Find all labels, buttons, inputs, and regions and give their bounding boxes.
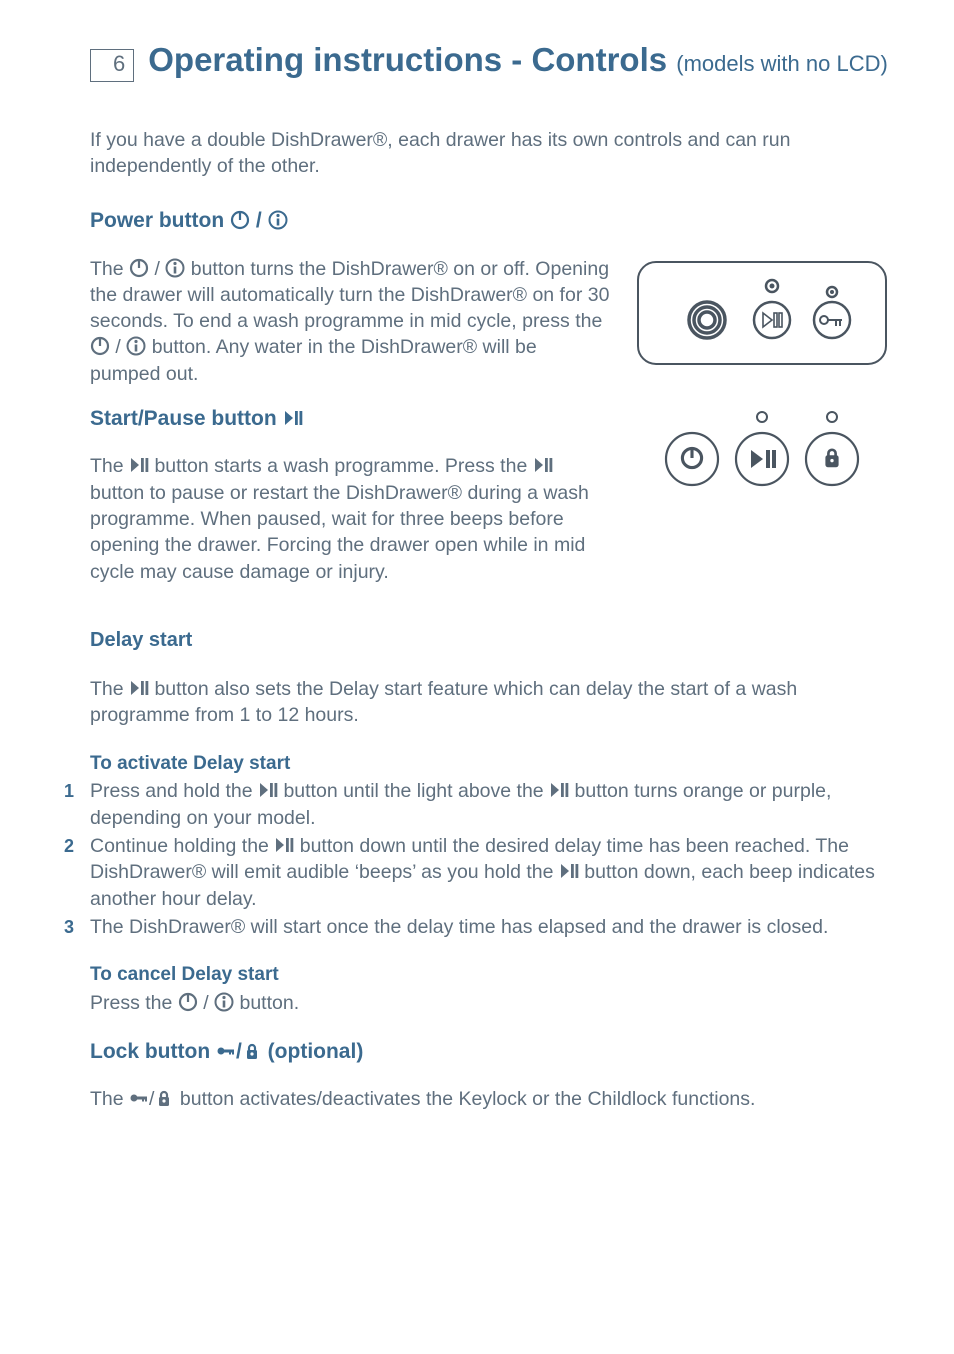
step-2: Continue holding the button down until t… xyxy=(64,833,892,912)
lock-heading-text: Lock button xyxy=(90,1040,216,1063)
power-heading: Power button / xyxy=(90,207,892,235)
text: button. xyxy=(239,992,299,1014)
startpause-heading-text: Start/Pause button xyxy=(90,407,283,430)
text: The xyxy=(90,678,129,700)
playpause-icon xyxy=(258,780,278,800)
info-icon xyxy=(126,336,146,356)
power-icon xyxy=(178,992,198,1012)
playpause-icon xyxy=(559,861,579,881)
playpause-icon xyxy=(283,408,303,428)
page-title-sub: (models with no LCD) xyxy=(676,51,888,76)
lock-heading: Lock button / (optional) xyxy=(90,1038,892,1066)
key-icon xyxy=(216,1041,236,1061)
text: button starts a wash programme. Press th… xyxy=(154,455,532,477)
text: The xyxy=(90,455,129,477)
text: The DishDrawer® will start once the dela… xyxy=(90,916,828,938)
delay-heading: Delay start xyxy=(90,627,892,654)
text: Continue holding the xyxy=(90,835,274,857)
key-icon xyxy=(129,1088,149,1108)
playpause-icon xyxy=(274,835,294,855)
power-icon xyxy=(230,210,250,230)
playpause-icon xyxy=(129,455,149,475)
info-icon xyxy=(165,258,185,278)
step-1: Press and hold the button until the ligh… xyxy=(64,778,892,831)
power-icon xyxy=(129,258,149,278)
info-icon xyxy=(268,210,288,230)
text: Press and hold the xyxy=(90,780,258,802)
page-title: Operating instructions - Controls (model… xyxy=(148,38,888,83)
control-panel-illustration-2 xyxy=(632,395,892,510)
playpause-icon xyxy=(129,678,149,698)
startpause-paragraph: The button starts a wash programme. Pres… xyxy=(90,453,612,585)
page-header: 6 Operating instructions - Controls (mod… xyxy=(90,38,892,83)
info-icon xyxy=(214,992,234,1012)
power-icon xyxy=(90,336,110,356)
cancel-delay-heading: To cancel Delay start xyxy=(90,962,892,988)
activate-steps: Press and hold the button until the ligh… xyxy=(64,778,892,940)
text: Press the xyxy=(90,992,178,1014)
text: button activates/deactivates the Keylock… xyxy=(180,1088,756,1110)
lock-icon xyxy=(242,1041,262,1061)
power-heading-text: Power button xyxy=(90,209,230,232)
playpause-icon xyxy=(549,780,569,800)
separator: / xyxy=(256,209,268,232)
playpause-icon xyxy=(533,455,553,475)
power-paragraph: The / button turns the DishDrawer® on or… xyxy=(90,256,612,388)
text: The xyxy=(90,258,129,280)
text: button also sets the Delay start feature… xyxy=(90,678,797,726)
step-3: The DishDrawer® will start once the dela… xyxy=(64,914,892,940)
activate-delay-heading: To activate Delay start xyxy=(90,751,892,777)
separator: / xyxy=(154,258,165,280)
intro-text: If you have a double DishDrawer®, each d… xyxy=(90,127,892,180)
cancel-delay-text: Press the / button. xyxy=(90,990,892,1016)
text: The xyxy=(90,1088,129,1110)
separator: / xyxy=(115,336,126,358)
text: button. Any water in the DishDrawer® wil… xyxy=(90,336,537,384)
separator: / xyxy=(203,992,214,1014)
startpause-heading: Start/Pause button xyxy=(90,405,612,433)
lock-icon xyxy=(154,1088,174,1108)
control-panel-illustration-1 xyxy=(632,256,892,371)
page-title-main: Operating instructions - Controls xyxy=(148,41,667,78)
lock-paragraph: The / button activates/deactivates the K… xyxy=(90,1086,892,1112)
text: button until the light above the xyxy=(283,780,549,802)
lock-heading-suffix: (optional) xyxy=(268,1040,364,1063)
text: button to pause or restart the DishDrawe… xyxy=(90,482,589,583)
delay-paragraph: The button also sets the Delay start fea… xyxy=(90,676,892,729)
page-number: 6 xyxy=(90,49,134,82)
